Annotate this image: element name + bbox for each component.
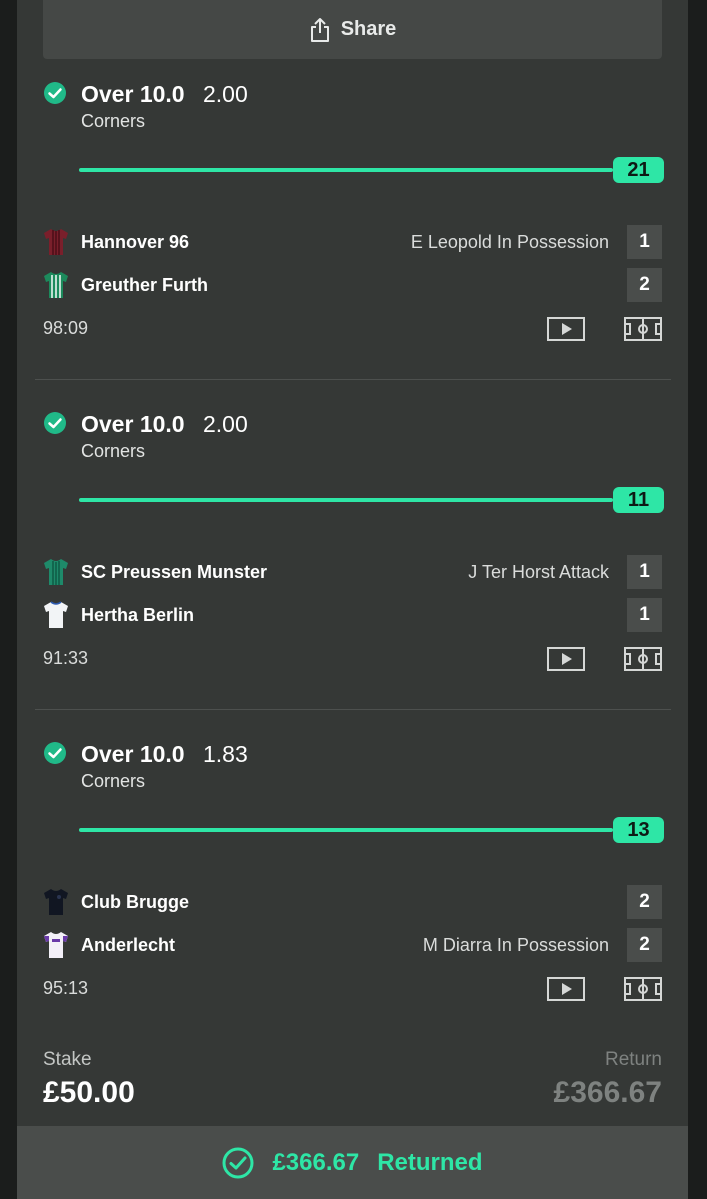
share-icon [309, 17, 331, 43]
match-tracker-icon[interactable] [624, 647, 662, 671]
market-name: Corners [81, 771, 146, 791]
progress-track [79, 168, 613, 172]
video-stream-icon[interactable] [547, 977, 585, 1001]
team-row-home: Hannover 96 E Leopold In Possession 1 [0, 225, 707, 259]
team-kit-icon [44, 229, 68, 255]
return-label: Return [604, 1049, 662, 1070]
team-name: Hannover 96 [81, 232, 190, 252]
stake-value: £50.00 [43, 1076, 135, 1109]
share-label: Share [340, 18, 397, 40]
team-score: 2 [627, 928, 662, 962]
check-circle-icon [44, 82, 66, 104]
selection-name: Over 10.0 [81, 411, 185, 437]
selection-name: Over 10.0 [81, 81, 185, 107]
team-name: Greuther Furth [81, 275, 209, 295]
match-clock: 95:13 [43, 978, 89, 998]
team-name: SC Preussen Munster [81, 562, 268, 582]
corner-count-badge: 11 [613, 487, 664, 513]
selection-odds: 2.00 [203, 411, 248, 437]
team-score: 1 [627, 225, 662, 259]
corner-count-badge: 13 [613, 817, 664, 843]
team-row-away: Anderlecht M Diarra In Possession 2 [0, 928, 707, 962]
returned-amount: £366.67 [272, 1148, 360, 1176]
live-status: J Ter Horst Attack [468, 562, 609, 582]
market-name: Corners [81, 441, 146, 461]
returned-label: Returned [377, 1148, 483, 1176]
check-circle-icon [222, 1147, 254, 1178]
team-kit-icon [44, 559, 68, 585]
team-score: 1 [627, 598, 662, 632]
check-circle-icon [44, 412, 66, 434]
returned-banner: £366.67 Returned [17, 1126, 688, 1199]
video-stream-icon[interactable] [547, 647, 585, 671]
selection-odds: 1.83 [203, 741, 248, 767]
team-name: Club Brugge [81, 892, 189, 912]
team-score: 1 [627, 555, 662, 589]
divider [35, 379, 671, 380]
match-tracker-icon[interactable] [624, 977, 662, 1001]
team-row-away: Hertha Berlin 1 [0, 598, 707, 632]
match-clock: 98:09 [43, 318, 89, 338]
market-name: Corners [81, 111, 146, 131]
selection-odds: 2.00 [203, 81, 248, 107]
team-score: 2 [627, 885, 662, 919]
live-status: M Diarra In Possession [422, 935, 609, 955]
video-stream-icon[interactable] [547, 317, 585, 341]
team-score: 2 [627, 268, 662, 302]
team-row-home: Club Brugge 2 [0, 885, 707, 919]
corner-count-badge: 21 [613, 157, 664, 183]
team-name: Hertha Berlin [81, 605, 195, 625]
team-name: Anderlecht [81, 935, 176, 955]
match-clock: 91:33 [43, 648, 89, 668]
team-row-away: Greuther Furth 2 [0, 268, 707, 302]
team-row-home: SC Preussen Munster J Ter Horst Attack 1 [0, 555, 707, 589]
selection-name: Over 10.0 [81, 741, 185, 767]
team-kit-icon [44, 932, 68, 958]
stake-label: Stake [43, 1049, 92, 1070]
team-kit-icon [44, 601, 68, 628]
team-kit-icon [44, 272, 68, 298]
check-circle-icon [44, 742, 66, 764]
divider [35, 709, 671, 710]
match-tracker-icon[interactable] [624, 317, 662, 341]
return-value: £366.67 [553, 1076, 662, 1109]
share-button[interactable]: Share [43, 0, 662, 59]
live-status: E Leopold In Possession [410, 232, 609, 252]
progress-track [79, 828, 613, 832]
progress-track [79, 498, 613, 502]
team-kit-icon [44, 889, 68, 915]
